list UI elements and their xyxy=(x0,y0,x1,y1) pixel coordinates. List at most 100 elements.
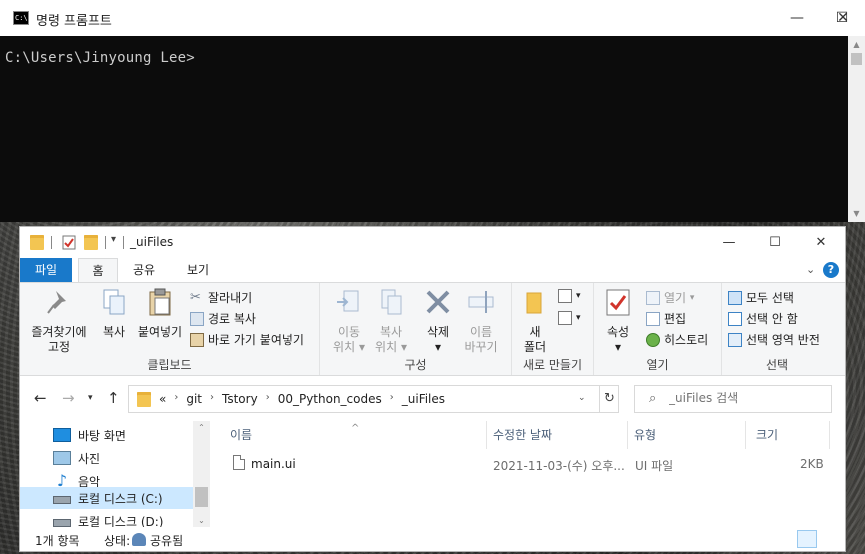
easy-access-button[interactable]: ▾ xyxy=(558,311,581,325)
scroll-up-icon[interactable]: ▲ xyxy=(848,36,865,53)
scroll-down-icon[interactable]: ⌄ xyxy=(193,516,210,525)
copy-to-button[interactable]: 복사 위치 ▾ xyxy=(372,287,410,355)
cmd-close-button[interactable]: ✕ xyxy=(820,0,865,36)
properties-icon xyxy=(606,289,630,316)
breadcrumb-overflow[interactable]: « xyxy=(159,392,166,406)
delete-button[interactable]: 삭제 ▾ xyxy=(420,287,456,355)
cmd-prompt-line[interactable]: C:\Users\Jinyoung Lee> xyxy=(5,50,195,66)
properties-icon[interactable] xyxy=(62,235,76,250)
copy-path-button[interactable]: 경로 복사 xyxy=(190,310,256,327)
open-label: 열기 xyxy=(664,291,687,305)
ribbon-expand-icon[interactable]: ⌄ xyxy=(806,263,815,276)
edit-button[interactable]: 편집 xyxy=(646,310,686,327)
invert-selection-icon xyxy=(728,332,742,347)
history-button[interactable]: 히스토리 xyxy=(646,331,708,348)
new-group: 새 폴더 ▾ ▾ 새로 만들기 xyxy=(512,283,594,375)
cut-button[interactable]: ✂ 잘라내기 xyxy=(190,289,252,306)
cmd-window: C:\ 명령 프롬프트 — ☐ ✕ C:\Users\Jinyoung Lee> ▲… xyxy=(0,0,865,222)
select-all-button[interactable]: 모두 선택 xyxy=(728,289,794,306)
breadcrumb-tstory[interactable]: Tstory xyxy=(222,392,258,406)
paste-button[interactable]: 붙여넣기 xyxy=(134,287,186,340)
nav-item-label: 바탕 화면 xyxy=(78,428,126,443)
paste-shortcut-button[interactable]: 바로 가기 붙여넣기 xyxy=(190,331,304,348)
nav-item-local-disk-d[interactable]: 로컬 디스크 (D:) xyxy=(20,510,193,527)
new-item-button[interactable]: ▾ xyxy=(558,289,581,303)
history-label: 히스토리 xyxy=(664,333,709,347)
column-header-type[interactable]: 유형 xyxy=(628,421,746,449)
details-view-icon[interactable] xyxy=(797,530,817,548)
breadcrumb-git[interactable]: git xyxy=(186,392,202,406)
scroll-thumb[interactable] xyxy=(851,53,862,65)
pin-to-quick-access-button[interactable]: 즐겨찾기에 고정 xyxy=(26,287,92,355)
paste-shortcut-icon xyxy=(190,332,204,347)
new-folder-icon[interactable] xyxy=(84,235,98,250)
breadcrumb-uifiles[interactable]: _uiFiles xyxy=(402,392,445,406)
rename-label-1: 이름 xyxy=(469,325,493,339)
search-icon: ⌕ xyxy=(649,391,657,406)
explorer-title-bar[interactable]: ▾ _uiFiles — ☐ ✕ xyxy=(20,227,845,258)
move-to-button[interactable]: 이동 위치 ▾ xyxy=(330,287,368,355)
column-header-size[interactable]: 크기 xyxy=(746,421,830,449)
scroll-up-icon[interactable]: ⌃ xyxy=(193,423,210,432)
move-to-label-2: 위치 ▾ xyxy=(333,340,365,354)
address-dropdown-icon[interactable]: ⌄ xyxy=(578,393,586,403)
breadcrumb-python-codes[interactable]: 00_Python_codes xyxy=(278,392,382,406)
rename-label-2: 바꾸기 xyxy=(464,340,498,354)
divider xyxy=(51,236,52,249)
properties-button[interactable]: 속성 ▾ xyxy=(600,287,636,355)
help-icon[interactable]: ? xyxy=(823,262,839,278)
scroll-down-icon[interactable]: ▼ xyxy=(848,205,865,222)
tab-file[interactable]: 파일 xyxy=(20,258,72,282)
refresh-icon[interactable]: ↻ xyxy=(599,386,619,412)
folder-icon xyxy=(30,235,44,250)
back-arrow-icon[interactable]: ← xyxy=(34,389,47,407)
minimize-button[interactable]: — xyxy=(706,227,752,258)
navigation-bar: ← → ▾ ↑ « › git › Tstory › 00_Python_cod… xyxy=(20,377,845,421)
large-icons-view-icon[interactable] xyxy=(820,530,840,548)
copy-path-icon xyxy=(190,311,204,326)
column-header-date[interactable]: 수정한 날짜 xyxy=(487,421,628,449)
copy-label: 복사 xyxy=(102,325,126,339)
cmd-minimize-button[interactable]: — xyxy=(774,0,820,36)
column-header-name[interactable]: 이름 ^ xyxy=(210,421,487,449)
chevron-right-icon: › xyxy=(174,392,179,403)
drive-icon xyxy=(53,519,71,527)
cmd-scrollbar[interactable]: ▲ ▼ xyxy=(848,36,865,222)
address-bar[interactable]: « › git › Tstory › 00_Python_codes › _ui… xyxy=(128,385,619,413)
search-input[interactable] xyxy=(669,391,819,405)
copy-button[interactable]: 복사 xyxy=(94,287,134,340)
chevron-right-icon: › xyxy=(389,392,394,403)
table-row[interactable]: main.ui 2021-11-03-(수) 오후... UI 파일 2KB xyxy=(210,453,845,475)
music-icon: ♪ xyxy=(56,471,68,490)
recent-locations-chevron-icon[interactable]: ▾ xyxy=(88,393,93,403)
pin-icon xyxy=(47,291,66,314)
tab-home[interactable]: 홈 xyxy=(78,258,118,282)
maximize-button[interactable]: ☐ xyxy=(752,227,798,258)
up-arrow-icon[interactable]: ↑ xyxy=(107,389,120,407)
search-box[interactable]: ⌕ xyxy=(634,385,832,413)
properties-label: 속성 xyxy=(606,325,630,339)
paste-label: 붙여넣기 xyxy=(137,325,183,339)
cmd-title-bar[interactable]: C:\ 명령 프롬프트 — ☐ ✕ xyxy=(0,0,865,36)
easy-access-icon xyxy=(558,311,572,325)
navigation-pane: 바탕 화면 사진 ♪ 음악 로컬 디스크 (C:) 로컬 디스크 (D:) ⌃ … xyxy=(20,421,210,527)
forward-arrow-icon[interactable]: → xyxy=(62,389,75,407)
select-none-button[interactable]: 선택 안 함 xyxy=(728,310,798,327)
open-icon xyxy=(646,290,660,305)
new-folder-button[interactable]: 새 폴더 xyxy=(518,287,552,355)
tab-share[interactable]: 공유 xyxy=(124,258,164,282)
close-button[interactable]: ✕ xyxy=(798,227,844,258)
rename-button[interactable]: 이름 바꾸기 xyxy=(460,287,502,355)
move-to-icon xyxy=(337,290,359,312)
scroll-thumb[interactable] xyxy=(195,487,208,507)
customize-quick-access-icon[interactable]: ▾ xyxy=(111,234,116,245)
nav-item-local-disk-c[interactable]: 로컬 디스크 (C:) xyxy=(20,487,193,509)
nav-pane-scrollbar[interactable]: ⌃ ⌄ xyxy=(193,421,210,527)
nav-item-pictures[interactable]: 사진 xyxy=(20,447,193,469)
invert-selection-button[interactable]: 선택 영역 반전 xyxy=(728,331,820,348)
history-icon xyxy=(646,332,660,347)
nav-item-desktop[interactable]: 바탕 화면 xyxy=(20,424,193,446)
select-all-icon xyxy=(728,290,742,305)
open-button[interactable]: 열기 ▾ xyxy=(646,289,694,306)
tab-view[interactable]: 보기 xyxy=(178,258,218,282)
